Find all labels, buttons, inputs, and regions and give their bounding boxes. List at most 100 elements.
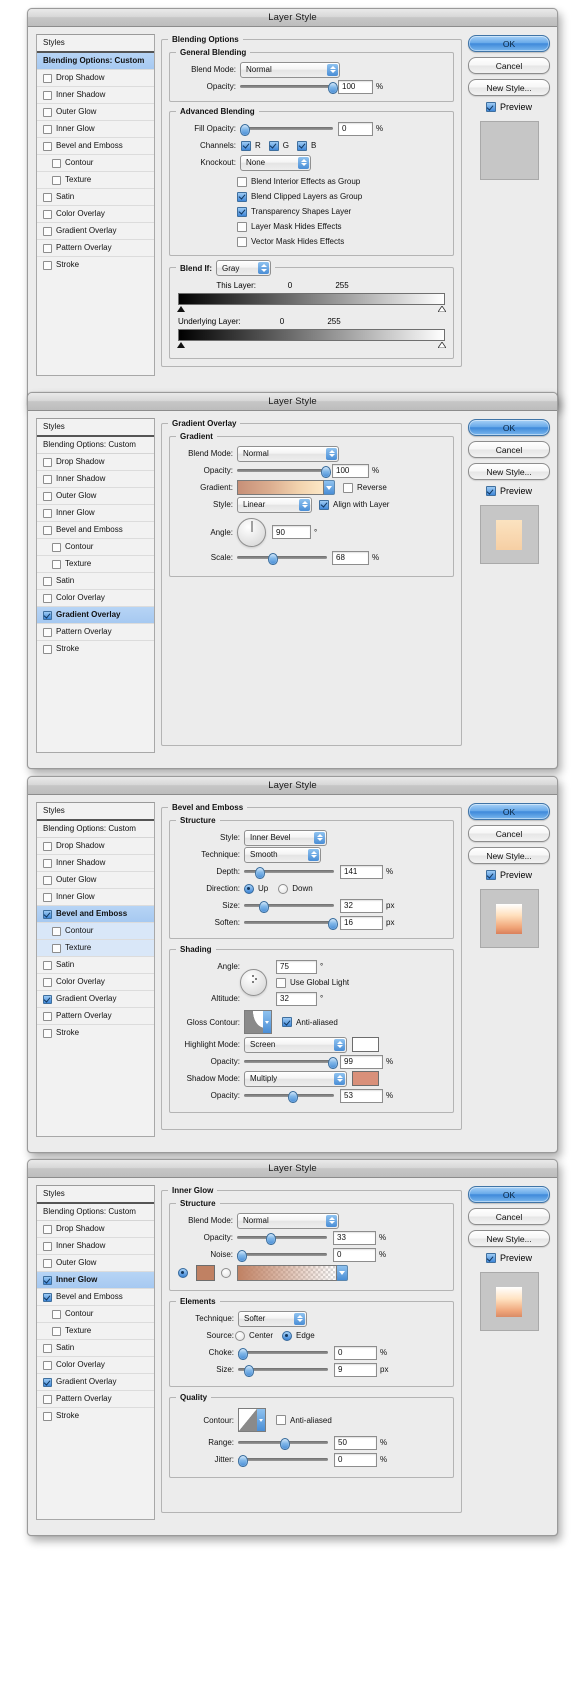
- range-input[interactable]: 50: [334, 1435, 377, 1450]
- sidebar-item-inner-glow[interactable]: Inner Glow: [37, 1272, 154, 1289]
- preview-checkbox[interactable]: [485, 486, 496, 496]
- inner-shadow-checkbox[interactable]: [43, 474, 52, 484]
- sidebar-item-color-overlay[interactable]: Color Overlay: [37, 206, 154, 223]
- technique-select[interactable]: Smooth: [244, 846, 321, 863]
- sidebar-item-contour[interactable]: Contour: [37, 539, 154, 556]
- sidebar-item-inner-shadow[interactable]: Inner Shadow: [37, 87, 154, 104]
- channel-b[interactable]: B: [297, 140, 316, 151]
- sidebar-item-inner-glow[interactable]: Inner Glow: [37, 889, 154, 906]
- color-overlay-checkbox[interactable]: [43, 209, 52, 219]
- blend-mode-select[interactable]: Normal: [237, 445, 339, 462]
- glow-gradient-radio[interactable]: [221, 1267, 231, 1278]
- drop-shadow-checkbox[interactable]: [43, 841, 52, 851]
- sidebar-item-blending-options[interactable]: Blending Options: Custom: [37, 1204, 154, 1221]
- shadow-mode-select[interactable]: Multiply: [244, 1070, 347, 1087]
- contour-checkbox[interactable]: [52, 1309, 61, 1319]
- inner-glow-checkbox[interactable]: [43, 508, 52, 518]
- shadow-opacity-slider[interactable]: [244, 1090, 334, 1103]
- vector-mask-hides-effects[interactable]: Vector Mask Hides Effects: [237, 234, 445, 249]
- size-slider[interactable]: [238, 1364, 328, 1377]
- ok-button[interactable]: OK: [468, 35, 550, 52]
- satin-checkbox[interactable]: [43, 1343, 52, 1353]
- transparency-shapes-checkbox[interactable]: [237, 206, 247, 217]
- stroke-checkbox[interactable]: [43, 1028, 52, 1038]
- size-input[interactable]: 9: [334, 1362, 377, 1377]
- transparency-shapes-layer[interactable]: Transparency Shapes Layer: [237, 204, 445, 219]
- preview-toggle[interactable]: Preview: [468, 870, 550, 880]
- this-layer-handles[interactable]: [177, 305, 446, 314]
- sidebar-item-contour[interactable]: Contour: [37, 923, 154, 940]
- drop-shadow-checkbox[interactable]: [43, 1224, 52, 1234]
- bevel-and-emboss-checkbox[interactable]: [43, 909, 52, 919]
- blend-interior-effects-checkbox[interactable]: [237, 176, 247, 187]
- fill-opacity-slider[interactable]: [240, 123, 333, 136]
- choke-input[interactable]: 0: [334, 1345, 377, 1360]
- sidebar-item-outer-glow[interactable]: Outer Glow: [37, 488, 154, 505]
- underlying-white-handle[interactable]: [438, 342, 446, 348]
- sidebar-item-satin[interactable]: Satin: [37, 957, 154, 974]
- sidebar-item-pattern-overlay[interactable]: Pattern Overlay: [37, 624, 154, 641]
- choke-slider[interactable]: [238, 1347, 328, 1360]
- layer-mask-hides-effects[interactable]: Layer Mask Hides Effects: [237, 219, 445, 234]
- preview-checkbox[interactable]: [485, 102, 496, 112]
- sidebar-item-bevel-and-emboss[interactable]: Bevel and Emboss: [37, 1289, 154, 1306]
- preview-toggle[interactable]: Preview: [468, 1253, 550, 1263]
- styles-list[interactable]: Styles Blending Options: Custom Drop Sha…: [36, 802, 155, 1137]
- sidebar-item-color-overlay[interactable]: Color Overlay: [37, 974, 154, 991]
- gradient-preview-bar[interactable]: [237, 480, 324, 495]
- direction-up-radio[interactable]: [244, 883, 254, 894]
- opacity-input[interactable]: 100: [332, 463, 369, 478]
- pattern-overlay-checkbox[interactable]: [43, 1011, 52, 1021]
- drop-shadow-checkbox[interactable]: [43, 73, 52, 83]
- contour-checkbox[interactable]: [52, 542, 61, 552]
- opacity-input[interactable]: 100: [338, 79, 373, 94]
- bevel-and-emboss-checkbox[interactable]: [43, 525, 52, 535]
- align-with-layer-toggle[interactable]: Align with Layer: [319, 499, 389, 510]
- sidebar-item-satin[interactable]: Satin: [37, 573, 154, 590]
- sidebar-item-stroke[interactable]: Stroke: [37, 257, 154, 273]
- highlight-opacity-input[interactable]: 99: [340, 1054, 383, 1069]
- new-style-button[interactable]: New Style...: [468, 1230, 550, 1247]
- gradient-picker-chevron-down-icon[interactable]: [324, 480, 335, 495]
- stroke-checkbox[interactable]: [43, 260, 52, 270]
- styles-list[interactable]: Styles Blending Options: Custom Drop Sha…: [36, 418, 155, 753]
- ok-button[interactable]: OK: [468, 1186, 550, 1203]
- sidebar-item-contour[interactable]: Contour: [37, 1306, 154, 1323]
- inner-shadow-checkbox[interactable]: [43, 90, 52, 100]
- channel-b-checkbox[interactable]: [297, 140, 308, 151]
- satin-checkbox[interactable]: [43, 576, 52, 586]
- soften-slider[interactable]: [244, 917, 338, 930]
- depth-slider[interactable]: [244, 866, 334, 879]
- blend-mode-select[interactable]: Normal: [240, 61, 340, 78]
- sidebar-item-color-overlay[interactable]: Color Overlay: [37, 590, 154, 607]
- preview-toggle[interactable]: Preview: [468, 102, 550, 112]
- gloss-contour-thumbnail[interactable]: [244, 1010, 272, 1034]
- preview-checkbox[interactable]: [485, 1253, 496, 1263]
- contour-thumbnail[interactable]: [238, 1408, 266, 1432]
- global-light-dial[interactable]: [240, 969, 267, 996]
- sidebar-item-drop-shadow[interactable]: Drop Shadow: [37, 70, 154, 87]
- source-edge-option[interactable]: Edge: [282, 1330, 315, 1341]
- jitter-input[interactable]: 0: [334, 1452, 377, 1467]
- texture-checkbox[interactable]: [52, 1326, 61, 1336]
- bevel-and-emboss-checkbox[interactable]: [43, 1292, 52, 1302]
- cancel-button[interactable]: Cancel: [468, 1208, 550, 1225]
- direction-down-option[interactable]: Down: [278, 883, 313, 894]
- scale-slider[interactable]: [237, 552, 327, 565]
- sidebar-item-contour[interactable]: Contour: [37, 155, 154, 172]
- blend-clipped-layers-as-group[interactable]: Blend Clipped Layers as Group: [237, 189, 445, 204]
- anti-aliased-checkbox[interactable]: [276, 1415, 286, 1425]
- glow-gradient-bar[interactable]: [237, 1264, 337, 1281]
- sidebar-item-bevel-and-emboss[interactable]: Bevel and Emboss: [37, 906, 154, 923]
- sidebar-item-inner-shadow[interactable]: Inner Shadow: [37, 855, 154, 872]
- channel-r-checkbox[interactable]: [241, 140, 251, 151]
- texture-checkbox[interactable]: [52, 175, 61, 185]
- sidebar-item-pattern-overlay[interactable]: Pattern Overlay: [37, 1008, 154, 1025]
- sidebar-item-gradient-overlay[interactable]: Gradient Overlay: [37, 991, 154, 1008]
- sidebar-item-blending-options[interactable]: Blending Options: Custom: [37, 821, 154, 838]
- opacity-slider[interactable]: [240, 81, 338, 94]
- sidebar-item-outer-glow[interactable]: Outer Glow: [37, 1255, 154, 1272]
- sidebar-item-blending-options[interactable]: Blending Options: Custom: [37, 437, 154, 454]
- sidebar-item-inner-shadow[interactable]: Inner Shadow: [37, 471, 154, 488]
- bevel-and-emboss-checkbox[interactable]: [43, 141, 52, 151]
